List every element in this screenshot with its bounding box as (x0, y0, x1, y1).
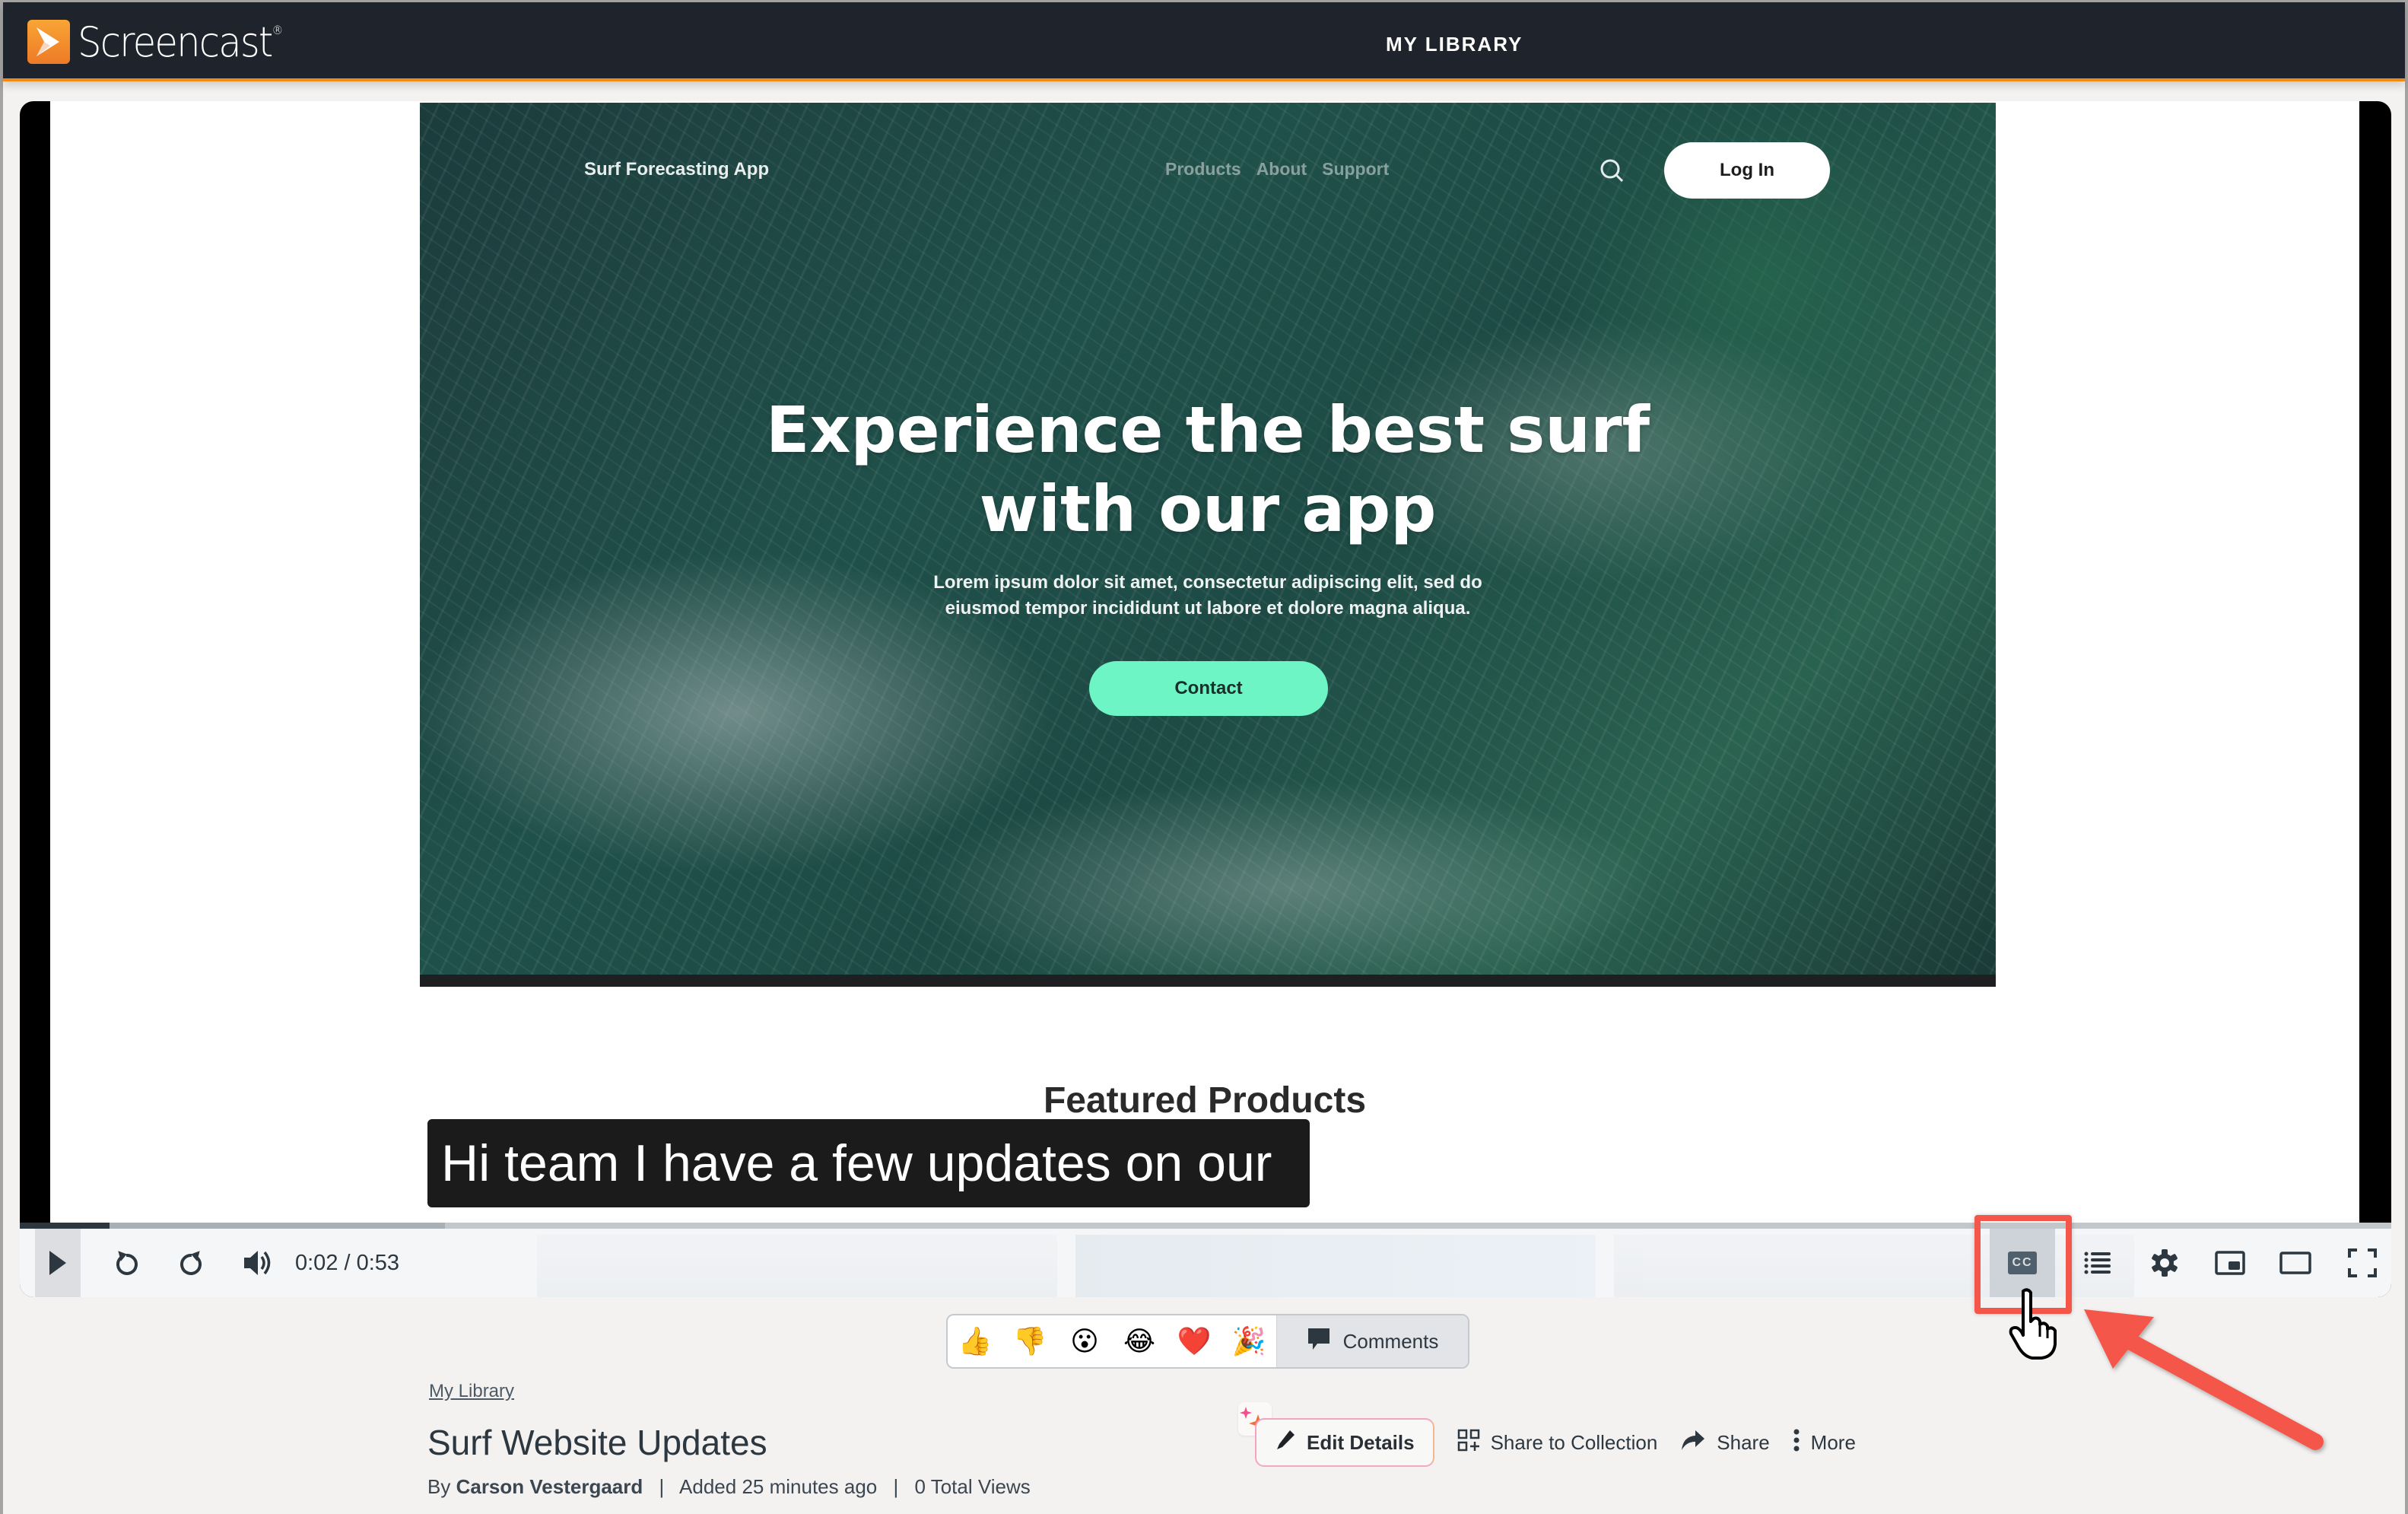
site-nav-support: Support (1322, 159, 1390, 179)
volume-icon (243, 1248, 275, 1278)
time-display: 0:02 / 0:53 (295, 1251, 400, 1275)
share-to-collection-button[interactable]: Share to Collection (1457, 1429, 1658, 1457)
edit-details-label: Edit Details (1307, 1430, 1415, 1454)
red-arrow-annotation (2079, 1303, 2338, 1459)
added-time: Added 25 minutes ago (679, 1475, 878, 1498)
share-arrow-icon (1680, 1429, 1706, 1457)
meta-separator: | (659, 1475, 665, 1498)
site-nav-about: About (1256, 159, 1307, 179)
more-label: More (1810, 1430, 1856, 1454)
pencil-icon (1275, 1429, 1296, 1457)
site-nav: Products About Support (1165, 159, 1389, 180)
share-button[interactable]: Share (1680, 1429, 1770, 1457)
theater-mode-button[interactable] (2273, 1229, 2318, 1297)
reaction-laughing[interactable]: 😂 (1112, 1315, 1167, 1367)
hand-cursor-icon (2008, 1288, 2061, 1365)
site-nav-products: Products (1165, 159, 1241, 179)
breadcrumb-my-library[interactable]: My Library (429, 1381, 514, 1402)
view-count: 0 Total Views (914, 1475, 1031, 1498)
meta-separator: | (893, 1475, 899, 1498)
forward-icon (179, 1248, 205, 1277)
video-actions: Edit Details Share to Collection Share M… (1255, 1417, 1856, 1468)
search-icon (1597, 156, 1628, 186)
settings-button[interactable] (2142, 1229, 2187, 1297)
video-frame: Surf Forecasting App Products About Supp… (50, 101, 2359, 1223)
site-brand: Surf Forecasting App (584, 159, 770, 180)
by-label: By (427, 1475, 451, 1498)
forward-button[interactable] (169, 1229, 214, 1297)
reactions-bar: 👍 👎 😮 😂 ❤️ 🎉 Comments (946, 1314, 1469, 1369)
volume-button[interactable] (236, 1229, 281, 1297)
chapters-button[interactable] (2075, 1229, 2121, 1297)
top-navigation-bar: Screencast® MY LIBRARY (3, 2, 2405, 81)
hero-image: Surf Forecasting App Products About Supp… (420, 103, 1996, 987)
share-label: Share (1717, 1430, 1770, 1454)
theater-mode-icon (2279, 1251, 2311, 1275)
video-title: Surf Website Updates (427, 1423, 767, 1462)
reaction-party[interactable]: 🎉 (1221, 1315, 1276, 1367)
picture-in-picture-button[interactable] (2207, 1229, 2253, 1297)
video-meta: By Carson Vestergaard | Added 25 minutes… (427, 1475, 1031, 1499)
featured-products-heading: Featured Products (1043, 1080, 1367, 1121)
reaction-heart[interactable]: ❤️ (1167, 1315, 1221, 1367)
play-icon (48, 1249, 68, 1277)
caption-overlay: Hi team I have a few updates on our (427, 1119, 1310, 1207)
rewind-button[interactable] (103, 1229, 149, 1297)
rewind-icon (113, 1248, 139, 1277)
hero-subtext: Lorem ipsum dolor sit amet, consectetur … (933, 572, 1482, 619)
site-contact-button: Contact (1089, 661, 1328, 716)
reaction-surprised[interactable]: 😮 (1057, 1315, 1112, 1367)
reaction-thumbs-down[interactable]: 👎 (1002, 1315, 1057, 1367)
screencast-logo[interactable]: Screencast® (27, 17, 300, 66)
more-button[interactable]: More (1793, 1428, 1856, 1458)
fullscreen-button[interactable] (2340, 1229, 2385, 1297)
reaction-thumbs-up[interactable]: 👍 (948, 1315, 1002, 1367)
comment-icon (1307, 1327, 1331, 1357)
hero-headline: Experience the best surf with our app (765, 393, 1650, 546)
play-button[interactable] (35, 1229, 81, 1297)
comments-button[interactable]: Comments (1276, 1315, 1468, 1367)
site-login-button: Log In (1664, 142, 1830, 199)
author-name[interactable]: Carson Vestergaard (456, 1475, 643, 1498)
screencast-logo-icon (27, 20, 70, 64)
fullscreen-icon (2348, 1248, 2377, 1277)
comments-label: Comments (1342, 1329, 1439, 1353)
list-icon (2084, 1251, 2111, 1275)
gear-icon (2149, 1248, 2180, 1278)
edit-details-button[interactable]: Edit Details (1255, 1418, 1434, 1467)
collection-add-icon (1457, 1429, 1480, 1457)
picture-in-picture-icon (2215, 1251, 2245, 1275)
brand-name: Screencast® (78, 17, 283, 66)
nav-my-library[interactable]: MY LIBRARY (1386, 33, 1523, 56)
video-player[interactable]: Surf Forecasting App Products About Supp… (20, 101, 2391, 1297)
thumbnail-strip (537, 1235, 2134, 1297)
seek-bar-played (20, 1223, 110, 1229)
more-vertical-icon (1793, 1428, 1800, 1458)
share-to-collection-label: Share to Collection (1490, 1430, 1658, 1454)
